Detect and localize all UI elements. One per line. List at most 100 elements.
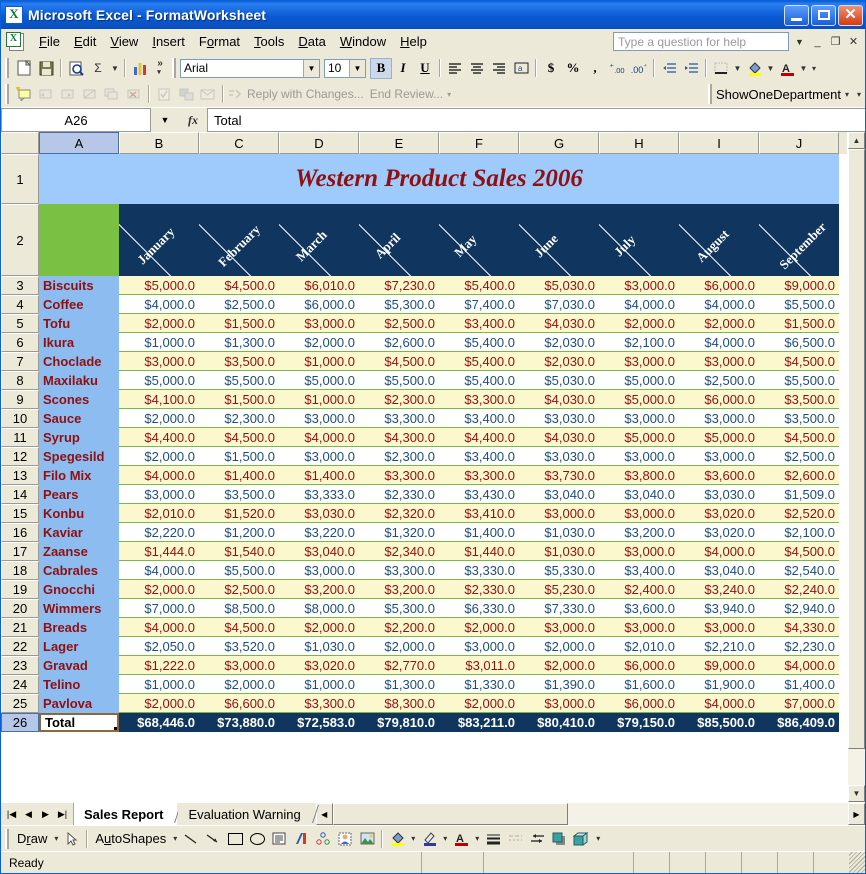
sales-value-cell[interactable]: $3,030.0	[279, 504, 359, 523]
sales-value-cell[interactable]: $6,000.0	[679, 276, 759, 295]
sales-value-cell[interactable]: $3,730.0	[519, 466, 599, 485]
horizontal-scrollbar[interactable]: ◀ ▶	[315, 803, 865, 825]
sales-value-cell[interactable]: $1,600.0	[599, 675, 679, 694]
sales-value-cell[interactable]: $3,000.0	[119, 352, 199, 371]
sales-value-cell[interactable]: $5,300.0	[359, 295, 439, 314]
column-header-g[interactable]: G	[519, 132, 599, 154]
sales-value-cell[interactable]: $4,030.0	[519, 314, 599, 333]
sales-value-cell[interactable]: $2,230.0	[759, 637, 839, 656]
sales-value-cell[interactable]: $5,000.0	[119, 276, 199, 295]
sales-value-cell[interactable]: $2,000.0	[119, 314, 199, 333]
product-label[interactable]: Pears	[39, 485, 119, 504]
sales-value-cell[interactable]: $2,030.0	[519, 352, 599, 371]
sales-value-cell[interactable]: $3,000.0	[279, 561, 359, 580]
help-search-input[interactable]: Type a question for help	[613, 32, 789, 51]
drawing-overflow-icon[interactable]: ▾	[592, 828, 604, 849]
product-label[interactable]: Telino	[39, 675, 119, 694]
column-header-i[interactable]: I	[679, 132, 759, 154]
formatting-overflow-icon[interactable]: ▾	[809, 58, 819, 79]
sales-value-cell[interactable]: $4,000.0	[599, 295, 679, 314]
month-header-february[interactable]: February	[199, 204, 279, 276]
help-dropdown-icon[interactable]: ▼	[792, 34, 807, 49]
sales-value-cell[interactable]: $1,000.0	[119, 675, 199, 694]
doc-minimize-button[interactable]: _	[810, 34, 825, 49]
sales-value-cell[interactable]: $3,000.0	[599, 409, 679, 428]
autosum-dropdown-icon[interactable]: ▼	[109, 58, 121, 79]
horizontal-scroll-track[interactable]	[567, 803, 848, 825]
sales-value-cell[interactable]: $2,050.0	[119, 637, 199, 656]
product-label[interactable]: Sauce	[39, 409, 119, 428]
sales-value-cell[interactable]: $3,000.0	[199, 656, 279, 675]
sales-value-cell[interactable]: $4,000.0	[679, 295, 759, 314]
sales-value-cell[interactable]: $2,010.0	[599, 637, 679, 656]
sales-value-cell[interactable]: $9,000.0	[759, 276, 839, 295]
sales-value-cell[interactable]: $2,500.0	[679, 371, 759, 390]
sales-value-cell[interactable]: $2,000.0	[679, 314, 759, 333]
sales-value-cell[interactable]: $2,770.0	[359, 656, 439, 675]
shadow-style-icon[interactable]	[548, 828, 570, 849]
total-value-cell[interactable]: $85,500.0	[679, 713, 759, 732]
total-value-cell[interactable]: $83,211.0	[439, 713, 519, 732]
sales-value-cell[interactable]: $1,520.0	[199, 504, 279, 523]
sales-value-cell[interactable]: $3,020.0	[679, 504, 759, 523]
first-sheet-icon[interactable]: |◀	[3, 806, 20, 823]
next-comment-icon[interactable]	[57, 84, 79, 105]
row-header-16[interactable]: 16	[1, 523, 39, 542]
sales-value-cell[interactable]: $3,400.0	[439, 409, 519, 428]
sales-value-cell[interactable]: $6,010.0	[279, 276, 359, 295]
sales-value-cell[interactable]: $3,300.0	[359, 409, 439, 428]
sales-value-cell[interactable]: $2,300.0	[199, 409, 279, 428]
sales-value-cell[interactable]: $3,940.0	[679, 599, 759, 618]
sales-value-cell[interactable]: $4,000.0	[679, 333, 759, 352]
autoshapes-dropdown-icon[interactable]: ▾	[170, 828, 180, 849]
sales-value-cell[interactable]: $1,000.0	[119, 333, 199, 352]
sales-value-cell[interactable]: $6,500.0	[759, 333, 839, 352]
sales-value-cell[interactable]: $2,520.0	[759, 504, 839, 523]
total-value-cell[interactable]: $73,880.0	[199, 713, 279, 732]
product-label[interactable]: Biscuits	[39, 276, 119, 295]
sales-value-cell[interactable]: $3,600.0	[599, 599, 679, 618]
sales-value-cell[interactable]: $2,000.0	[519, 656, 599, 675]
sales-value-cell[interactable]: $4,000.0	[119, 561, 199, 580]
sales-value-cell[interactable]: $2,330.0	[359, 485, 439, 504]
sales-value-cell[interactable]: $3,410.0	[439, 504, 519, 523]
formula-input[interactable]: Total	[207, 108, 865, 132]
sales-value-cell[interactable]: $2,100.0	[599, 333, 679, 352]
sales-value-cell[interactable]: $5,400.0	[439, 333, 519, 352]
sales-value-cell[interactable]: $3,330.0	[439, 561, 519, 580]
sales-value-cell[interactable]: $3,500.0	[759, 390, 839, 409]
font-size-input[interactable]: 10 ▼	[324, 58, 366, 78]
row-header-11[interactable]: 11	[1, 428, 39, 447]
sales-value-cell[interactable]: $1,400.0	[199, 466, 279, 485]
sales-value-cell[interactable]: $4,330.0	[759, 618, 839, 637]
row-header-19[interactable]: 19	[1, 580, 39, 599]
sales-value-cell[interactable]: $2,500.0	[759, 447, 839, 466]
sales-value-cell[interactable]: $2,200.0	[359, 618, 439, 637]
product-label[interactable]: Coffee	[39, 295, 119, 314]
rectangle-icon[interactable]	[224, 828, 246, 849]
prev-sheet-icon[interactable]: ◀	[20, 806, 37, 823]
sales-value-cell[interactable]: $3,800.0	[599, 466, 679, 485]
column-header-e[interactable]: E	[359, 132, 439, 154]
align-right-icon[interactable]	[488, 58, 510, 79]
previous-comment-icon[interactable]	[35, 84, 57, 105]
sales-value-cell[interactable]: $3,000.0	[519, 504, 599, 523]
sales-value-cell[interactable]: $5,500.0	[359, 371, 439, 390]
sales-value-cell[interactable]: $1,300.0	[199, 333, 279, 352]
sales-value-cell[interactable]: $3,300.0	[279, 694, 359, 713]
sales-value-cell[interactable]: $3,000.0	[679, 447, 759, 466]
product-label[interactable]: Gravad	[39, 656, 119, 675]
month-header-august[interactable]: August	[679, 204, 759, 276]
sales-value-cell[interactable]: $3,500.0	[199, 485, 279, 504]
sales-value-cell[interactable]: $5,230.0	[519, 580, 599, 599]
product-label[interactable]: Konbu	[39, 504, 119, 523]
sales-value-cell[interactable]: $3,000.0	[599, 618, 679, 637]
column-header-j[interactable]: J	[759, 132, 839, 154]
sales-value-cell[interactable]: $1,030.0	[519, 542, 599, 561]
total-value-cell[interactable]: $72,583.0	[279, 713, 359, 732]
sales-value-cell[interactable]: $6,000.0	[679, 390, 759, 409]
product-label[interactable]: Zaanse	[39, 542, 119, 561]
month-header-january[interactable]: January	[119, 204, 199, 276]
sales-value-cell[interactable]: $3,400.0	[439, 314, 519, 333]
sales-value-cell[interactable]: $6,000.0	[279, 295, 359, 314]
